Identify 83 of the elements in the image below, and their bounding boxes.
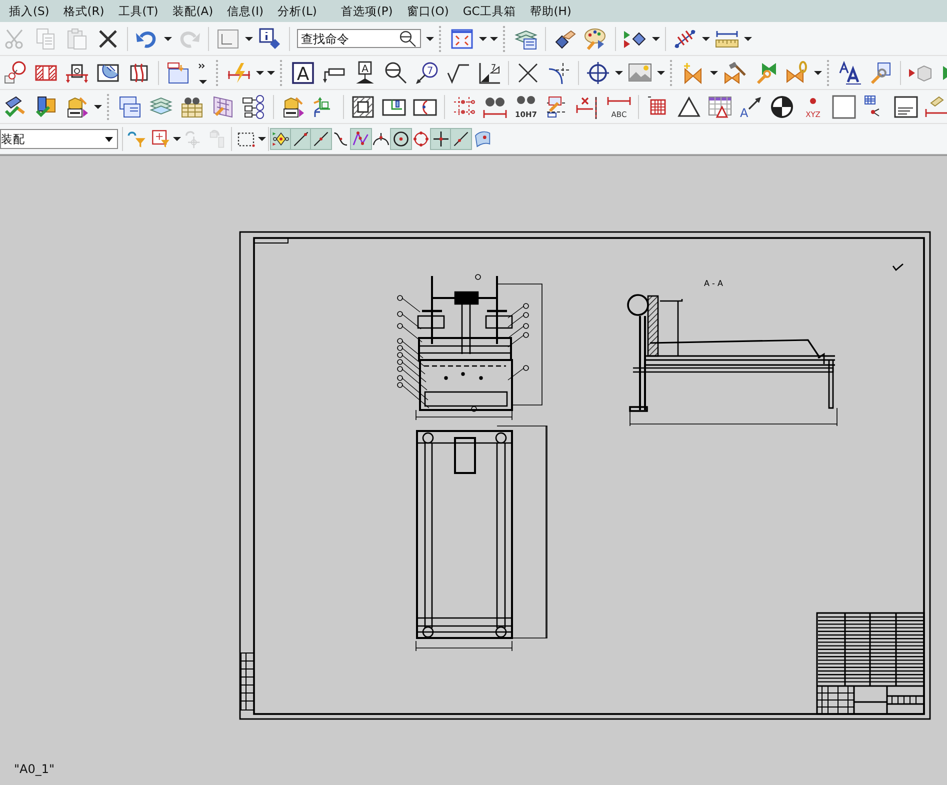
text-style-icon[interactable] [838,60,862,84]
hatched-square-icon[interactable] [351,94,375,118]
caret-icon[interactable] [173,137,181,141]
snap-point-button[interactable] [290,128,312,150]
cube-label-icon[interactable] [65,94,89,118]
menu-item[interactable]: 信息(I) [220,4,270,18]
snap-point-button[interactable] [270,128,292,150]
snap-point-button[interactable] [430,128,452,150]
table-triangle-icon[interactable] [708,94,732,118]
menu-item[interactable]: 帮助(H) [522,4,578,18]
hammer-bowtie-icon[interactable] [723,60,747,84]
letter-icon[interactable]: A [291,60,315,84]
brush-dimension-icon[interactable] [925,94,947,118]
caret-icon[interactable] [164,36,172,40]
fit-view-icon[interactable] [450,26,474,50]
caret-icon[interactable] [657,70,665,74]
caret-icon[interactable] [94,104,102,108]
filter-arrow-icon[interactable] [127,129,147,149]
caret-icon[interactable] [814,70,822,74]
wrench-sheet-icon[interactable] [869,60,893,84]
centroid-icon[interactable] [770,94,794,118]
lightning-dimension-icon[interactable] [227,60,251,84]
quadrant-points-icon [412,130,430,148]
binoculars-table-icon[interactable] [180,94,204,118]
numbered-list-icon[interactable] [242,94,266,118]
chain-bowtie-icon[interactable] [785,60,809,84]
pencil-check-icon[interactable] [3,94,27,118]
menu-item[interactable]: 分析(L) [270,4,324,18]
snap-point-button[interactable] [390,128,412,150]
square-icon[interactable] [832,94,856,118]
window-icon[interactable] [216,26,240,50]
line-midpoint-icon [312,130,330,148]
caret-icon[interactable] [710,70,718,74]
menu-item[interactable]: 首选项(P) [334,4,400,18]
cross-lines-icon[interactable] [516,60,540,84]
snap-point-button[interactable] [450,128,472,150]
caret-icon[interactable] [702,36,710,40]
linked-nodes-icon[interactable] [3,60,27,84]
revision-strip-drawing [240,652,254,710]
snap-point-button[interactable] [310,128,332,150]
line-endpoint-icon [292,130,310,148]
caret-icon[interactable] [652,36,660,40]
text-note-icon[interactable] [894,94,918,118]
palette-icon[interactable] [584,26,608,50]
info-icon[interactable] [258,26,282,50]
selection-filter-dropdown[interactable]: 装配 [0,129,118,149]
surface-finish-symbol-icon [892,263,904,272]
selection-filter-icon[interactable] [151,129,171,149]
magnifier-icon [399,30,417,48]
caret-icon[interactable] [615,70,623,74]
crosshair-icon[interactable] [586,60,610,84]
cube-label-icon[interactable] [281,94,305,118]
view-label: A - A [704,279,723,288]
caret-icon[interactable] [199,80,207,84]
triangle-icon[interactable] [677,94,701,118]
sheet-name: "A0_1" [14,762,55,776]
snap-points-icon [272,130,290,148]
magnifier-icon[interactable] [384,60,408,84]
cube-check-icon[interactable] [34,94,58,118]
image-icon[interactable] [628,60,652,84]
surface-point-icon[interactable] [473,129,493,149]
caret-icon[interactable] [744,36,752,40]
arc-center-icon [372,130,390,148]
arc-centerline-icon[interactable] [547,60,571,84]
menu-item[interactable]: 插入(S) [2,4,56,18]
circle-center-icon [392,130,410,148]
wrench-grid-icon[interactable] [211,94,235,118]
wrench-bowtie-icon[interactable] [754,60,778,84]
intersection-curve-icon [352,130,370,148]
caret-icon[interactable] [426,36,434,40]
caret-icon[interactable] [245,36,253,40]
menu-item[interactable]: 装配(A) [165,4,220,18]
search-field[interactable]: 查找命令 [297,29,421,48]
stacked-sheets-icon[interactable] [118,94,142,118]
view-window-icon[interactable] [166,60,190,84]
menu-item[interactable]: 窗口(O) [400,4,456,18]
line-point-icon [452,130,470,148]
binoculars-dimension-icon[interactable] [483,94,507,118]
menu-item[interactable]: 格式(R) [56,4,112,18]
menu-item[interactable]: 工具(T) [111,4,166,18]
curve-icon [332,130,350,148]
menu-item[interactable]: GC工具箱 [456,4,523,18]
crosshair-point-icon [432,130,450,148]
